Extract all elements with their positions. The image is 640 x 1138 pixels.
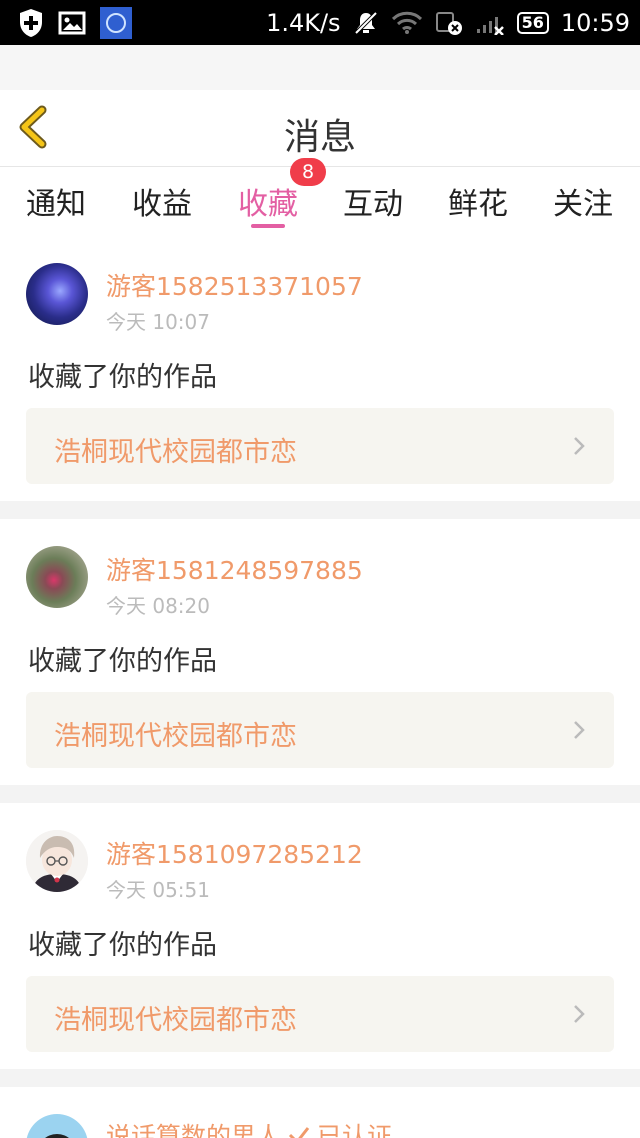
- signal-icon: [475, 11, 505, 35]
- message-time: 今天 08:20: [106, 594, 210, 618]
- network-speed: 1.4K/s: [266, 8, 341, 37]
- verified-label: 已认证: [317, 1122, 393, 1138]
- avatar[interactable]: [26, 546, 88, 608]
- action-text: 收藏了你的作品: [28, 362, 217, 393]
- sim-icon: [435, 10, 463, 36]
- favorites-count-badge: 8: [290, 158, 326, 186]
- work-title: 浩桐现代校园都市恋: [54, 437, 297, 468]
- work-title: 浩桐现代校园都市恋: [54, 721, 297, 752]
- tab-notifications[interactable]: 通知: [26, 179, 86, 223]
- tab-flowers[interactable]: 鲜花: [448, 179, 508, 223]
- shield-icon: [18, 8, 44, 38]
- page-title: 消息: [283, 117, 356, 158]
- mute-icon: [353, 10, 379, 36]
- username[interactable]: 说话算数的男人: [106, 1117, 281, 1138]
- username[interactable]: 游客1581097285212: [106, 835, 363, 871]
- tab-earnings[interactable]: 收益: [132, 179, 192, 223]
- battery-icon: 56: [516, 11, 549, 34]
- top-spacer: [0, 45, 640, 90]
- message-item: 说话算数的男人 已认证: [0, 1087, 640, 1138]
- tab-following[interactable]: 关注: [553, 179, 613, 223]
- status-bar: 1.4K/s 56 10:59: [0, 0, 640, 45]
- message-time: 今天 05:51: [106, 878, 210, 902]
- image-icon: [58, 11, 86, 35]
- chevron-right-icon: [574, 721, 585, 739]
- chevron-right-icon: [574, 1005, 585, 1023]
- username[interactable]: 游客1582513371057: [106, 267, 363, 303]
- avatar[interactable]: [26, 1114, 88, 1138]
- message-time: 今天 10:07: [106, 310, 210, 334]
- action-text: 收藏了你的作品: [28, 646, 217, 677]
- work-link[interactable]: 浩桐现代校园都市恋: [26, 976, 614, 1052]
- work-link[interactable]: 浩桐现代校园都市恋: [26, 692, 614, 768]
- verified-check-icon: [288, 1127, 310, 1138]
- username-row: 说话算数的男人 已认证: [106, 1117, 392, 1138]
- work-link[interactable]: 浩桐现代校园都市恋: [26, 408, 614, 484]
- active-tab-indicator: [251, 224, 285, 228]
- wifi-icon: [391, 11, 423, 35]
- tab-interactions[interactable]: 互动: [343, 179, 403, 223]
- clock: 10:59: [560, 8, 630, 37]
- tab-favorites[interactable]: 收藏: [238, 179, 298, 223]
- avatar[interactable]: [26, 830, 88, 892]
- message-item: 游客1581097285212 今天 05:51 收藏了你的作品 浩桐现代校园都…: [0, 803, 640, 1069]
- username[interactable]: 游客1581248597885: [106, 551, 363, 587]
- avatar[interactable]: [26, 263, 88, 325]
- work-title: 浩桐现代校园都市恋: [54, 1005, 297, 1036]
- message-item: 游客1582513371057 今天 10:07 收藏了你的作品 浩桐现代校园都…: [0, 235, 640, 501]
- header: 消息: [0, 90, 640, 167]
- chevron-right-icon: [574, 437, 585, 455]
- message-item: 游客1581248597885 今天 08:20 收藏了你的作品 浩桐现代校园都…: [0, 519, 640, 785]
- action-text: 收藏了你的作品: [28, 930, 217, 961]
- app-icon: [100, 7, 132, 39]
